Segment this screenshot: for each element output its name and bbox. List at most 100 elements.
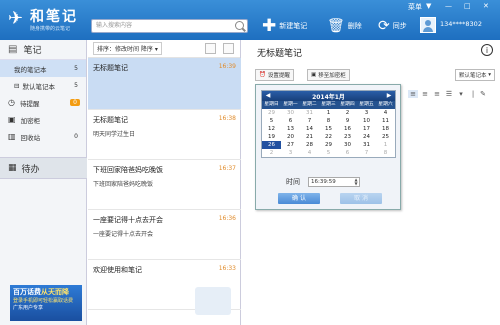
- sidebar-item-trash[interactable]: ▥ 回收站 0: [0, 128, 86, 145]
- search-icon[interactable]: [235, 21, 244, 30]
- calendar-day[interactable]: 27: [281, 141, 300, 149]
- sort-label: 排序：修改时间 降序: [97, 46, 153, 53]
- close-button[interactable]: ✕: [483, 2, 489, 10]
- calendar-day[interactable]: 21: [300, 133, 319, 141]
- time-label: 时间: [286, 178, 300, 186]
- list-icon[interactable]: ☰: [444, 90, 454, 98]
- calendar-day[interactable]: 6: [281, 117, 300, 125]
- sidebar-header-notes[interactable]: ▤ 笔记: [0, 40, 86, 60]
- calendar-day[interactable]: 3: [281, 149, 300, 157]
- calendar-day[interactable]: 7: [300, 117, 319, 125]
- promo-banner[interactable]: 百万话费从天而降 登录手机即可轻松赢取话费 广东用户专享: [10, 285, 82, 321]
- calendar-day[interactable]: 16: [338, 125, 357, 133]
- prev-month-icon[interactable]: ◀: [264, 92, 272, 100]
- sidebar-todo[interactable]: ▦ 待办: [0, 157, 87, 179]
- calendar-day[interactable]: 4: [376, 109, 395, 117]
- align-right-icon[interactable]: ≡: [432, 90, 442, 98]
- calendar-day[interactable]: 12: [262, 125, 281, 133]
- calendar-month-label: 2014年1月: [312, 93, 345, 101]
- minimize-button[interactable]: —: [445, 2, 452, 10]
- calendar-week-row: 26 27 28 29 30 31 1: [262, 141, 395, 149]
- calendar-day[interactable]: 8: [319, 117, 338, 125]
- new-note-button[interactable]: ✚ 新建笔记: [262, 17, 307, 35]
- calendar-week-row: 2345678: [262, 149, 395, 157]
- sidebar-item-default-notebook[interactable]: ⊟ 默认笔记本 5: [0, 77, 86, 94]
- calendar: ◀ 2014年1月 ▶ 星期日 星期一 星期二 星期三 星期四 星期五 星期六 29 30 31…: [261, 90, 396, 158]
- notebook-select[interactable]: 默认笔记本 ▾: [454, 69, 495, 81]
- calendar-day[interactable]: 1: [319, 109, 338, 117]
- sidebar-item-label: 默认笔记本: [22, 82, 55, 91]
- calendar-day[interactable]: 11: [376, 117, 395, 125]
- calendar-day[interactable]: 29: [319, 141, 338, 149]
- app-brand-subtitle: 随身携带的云笔记: [30, 26, 71, 32]
- calendar-day[interactable]: 7: [357, 149, 376, 157]
- calendar-day[interactable]: 19: [262, 133, 281, 141]
- calendar-day[interactable]: 4: [300, 149, 319, 157]
- calendar-day[interactable]: 3: [357, 109, 376, 117]
- calendar-day[interactable]: 18: [376, 125, 395, 133]
- info-icon[interactable]: i: [481, 44, 493, 56]
- list-item[interactable]: 下班回家陪爸妈吃晚饭 16:37 下班回家陪爸妈吃晚饭: [88, 160, 241, 210]
- note-title-field[interactable]: 无标题笔记: [257, 46, 302, 59]
- notebook-select-value: 默认笔记本: [458, 73, 487, 79]
- grid-view-icon[interactable]: [205, 43, 216, 54]
- calendar-day[interactable]: 23: [338, 133, 357, 141]
- calendar-day-selected[interactable]: 26: [262, 141, 281, 149]
- user-account[interactable]: 134****8302: [440, 20, 482, 28]
- move-to-vault-button[interactable]: ▣ 移至加密柜: [307, 69, 350, 81]
- calendar-day[interactable]: 2: [262, 149, 281, 157]
- calendar-day[interactable]: 2: [338, 109, 357, 117]
- calendar-week-row: 5 6 7 8 9 10 11: [262, 117, 395, 125]
- calendar-day[interactable]: 9: [338, 117, 357, 125]
- align-center-icon[interactable]: ≡: [420, 90, 430, 98]
- calendar-day[interactable]: 15: [319, 125, 338, 133]
- calendar-day[interactable]: 29: [262, 109, 281, 117]
- maximize-button[interactable]: □: [464, 2, 471, 10]
- calendar-day[interactable]: 8: [376, 149, 395, 157]
- dropdown-icon[interactable]: ▼: [426, 2, 431, 10]
- sort-dropdown[interactable]: 排序：修改时间 降序 ▾: [93, 42, 162, 55]
- calendar-day[interactable]: 17: [357, 125, 376, 133]
- cancel-button[interactable]: 取 消: [340, 193, 382, 204]
- promo-note: 广东用户专享: [13, 305, 44, 311]
- calendar-header: ◀ 2014年1月 ▶: [262, 91, 395, 101]
- calendar-day[interactable]: 30: [338, 141, 357, 149]
- sync-button[interactable]: ⟳ 同步: [378, 17, 407, 35]
- indent-icon[interactable]: ▾: [456, 90, 466, 98]
- next-month-icon[interactable]: ▶: [385, 92, 393, 100]
- calendar-day[interactable]: 5: [319, 149, 338, 157]
- note-summary: 下班回家陪爸妈吃晚饭: [93, 181, 154, 188]
- list-item[interactable]: 无标题笔记 16:38 明天同学过生日: [88, 110, 241, 160]
- confirm-button[interactable]: 确 认: [278, 193, 320, 204]
- sidebar-item-vault[interactable]: ▣ 加密柜: [0, 111, 86, 128]
- calendar-day[interactable]: 31: [300, 109, 319, 117]
- calendar-day[interactable]: 25: [376, 133, 395, 141]
- calendar-day[interactable]: 30: [281, 109, 300, 117]
- calendar-day[interactable]: 24: [357, 133, 376, 141]
- app-logo-icon: ✈: [8, 8, 24, 29]
- calendar-day[interactable]: 1: [376, 141, 395, 149]
- list-item[interactable]: 一座要记得十点去开会 16:36 一座要记得十点去开会: [88, 210, 241, 260]
- calendar-day[interactable]: 10: [357, 117, 376, 125]
- collapse-icon[interactable]: ⊟: [14, 82, 19, 90]
- calendar-day[interactable]: 14: [300, 125, 319, 133]
- calendar-day[interactable]: 22: [319, 133, 338, 141]
- calendar-day[interactable]: 28: [300, 141, 319, 149]
- search-input[interactable]: 输入搜索内容: [91, 19, 248, 33]
- time-spinner-icon[interactable]: ▲ ▼: [353, 178, 359, 186]
- list-view-icon[interactable]: [223, 43, 234, 54]
- pen-icon[interactable]: ✎: [478, 90, 488, 98]
- avatar[interactable]: [420, 17, 436, 33]
- calendar-day[interactable]: 31: [357, 141, 376, 149]
- list-item[interactable]: 无标题笔记 16:39: [88, 58, 241, 110]
- sidebar-item-reminders[interactable]: ◷ 待提醒 0: [0, 94, 86, 111]
- set-reminder-button[interactable]: ⏰ 设置提醒: [255, 69, 294, 81]
- menu-button[interactable]: 菜单: [408, 2, 422, 12]
- calendar-day[interactable]: 6: [338, 149, 357, 157]
- calendar-day[interactable]: 5: [262, 117, 281, 125]
- calendar-day[interactable]: 20: [281, 133, 300, 141]
- sidebar-item-my-notebooks[interactable]: 我的笔记本 5: [0, 60, 86, 77]
- align-left-icon[interactable]: ≡: [408, 90, 418, 98]
- calendar-day[interactable]: 13: [281, 125, 300, 133]
- delete-button[interactable]: 🗑 删除: [327, 17, 362, 35]
